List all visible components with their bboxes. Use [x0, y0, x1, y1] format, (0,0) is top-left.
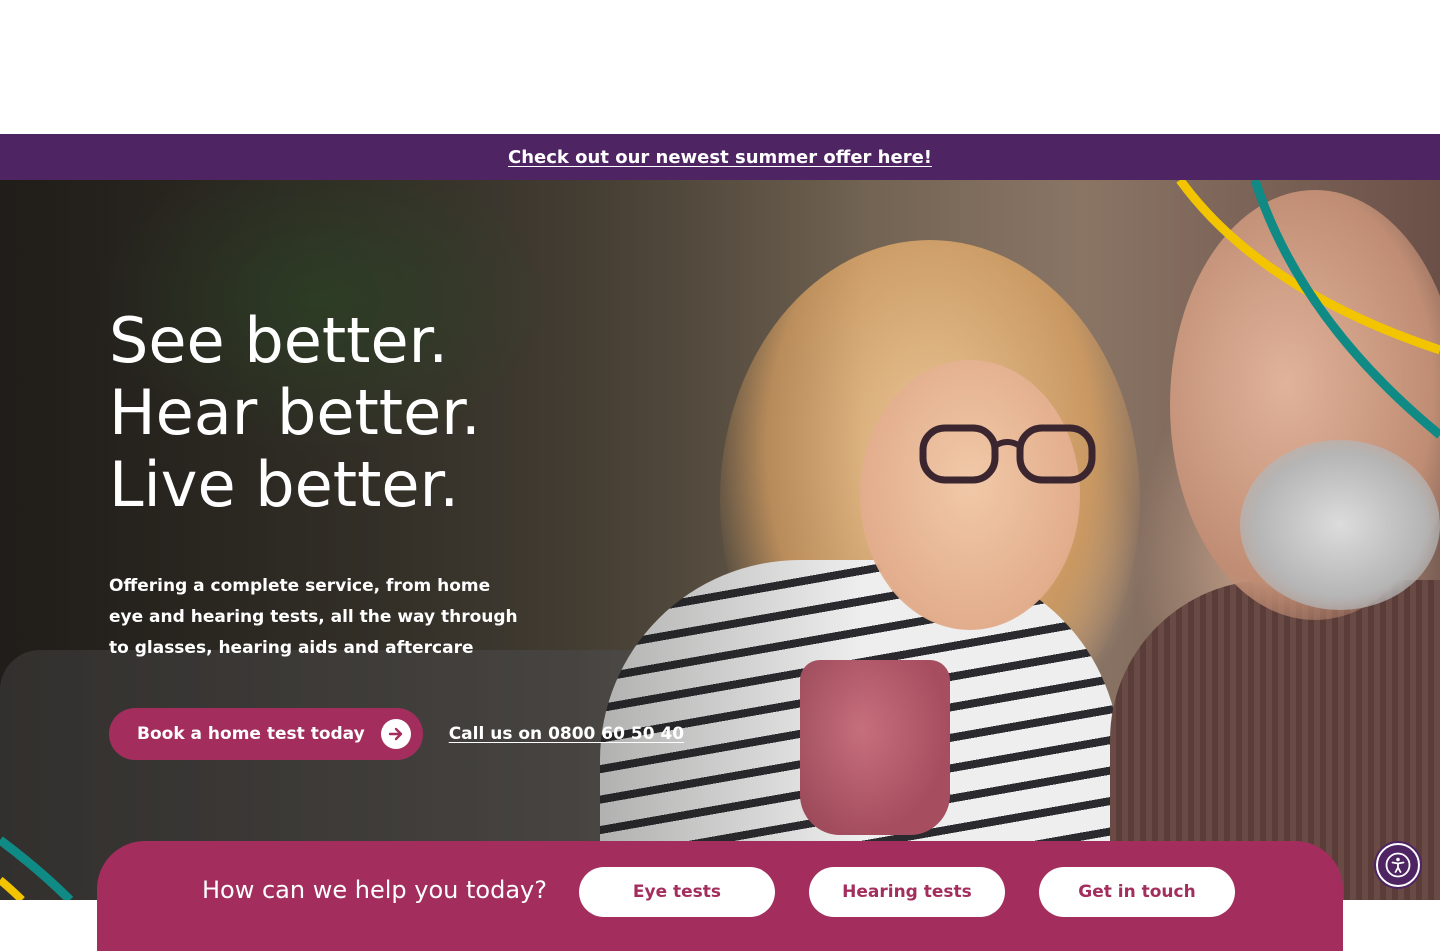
hero-description: Offering a complete service, from home e… — [109, 576, 518, 658]
promo-banner: Check out our newest summer offer here! — [0, 134, 1440, 180]
call-us-link[interactable]: Call us on 0800 60 50 40 — [449, 724, 684, 744]
help-title: How can we help you today? — [202, 876, 547, 904]
accessibility-button[interactable] — [1376, 843, 1420, 887]
hearing-tests-button[interactable]: Hearing tests — [808, 867, 1005, 917]
hero-heading-line: See better. — [109, 304, 449, 377]
hero-heading-line: Live better. — [109, 448, 460, 521]
eye-tests-button[interactable]: Eye tests — [578, 867, 775, 917]
hero-cta-row: Book a home test today Call us on 0800 6… — [109, 708, 709, 760]
summer-offer-link[interactable]: Check out our newest summer offer here! — [508, 147, 932, 168]
hero-section: See better. Hear better. Live better. Of… — [0, 180, 1440, 900]
hero-heading: See better. Hear better. Live better. — [109, 305, 709, 521]
arrow-right-circle-icon — [380, 719, 411, 749]
book-home-test-button[interactable]: Book a home test today — [109, 708, 423, 760]
help-panel: How can we help you today? Eye tests Hea… — [97, 841, 1343, 951]
hero-heading-line: Hear better. — [109, 376, 481, 449]
get-in-touch-button[interactable]: Get in touch — [1038, 867, 1235, 917]
book-home-test-label: Book a home test today — [137, 724, 365, 744]
hero-content: See better. Hear better. Live better. Of… — [109, 305, 709, 760]
accessibility-icon — [1385, 852, 1411, 878]
site-header — [0, 0, 1440, 134]
